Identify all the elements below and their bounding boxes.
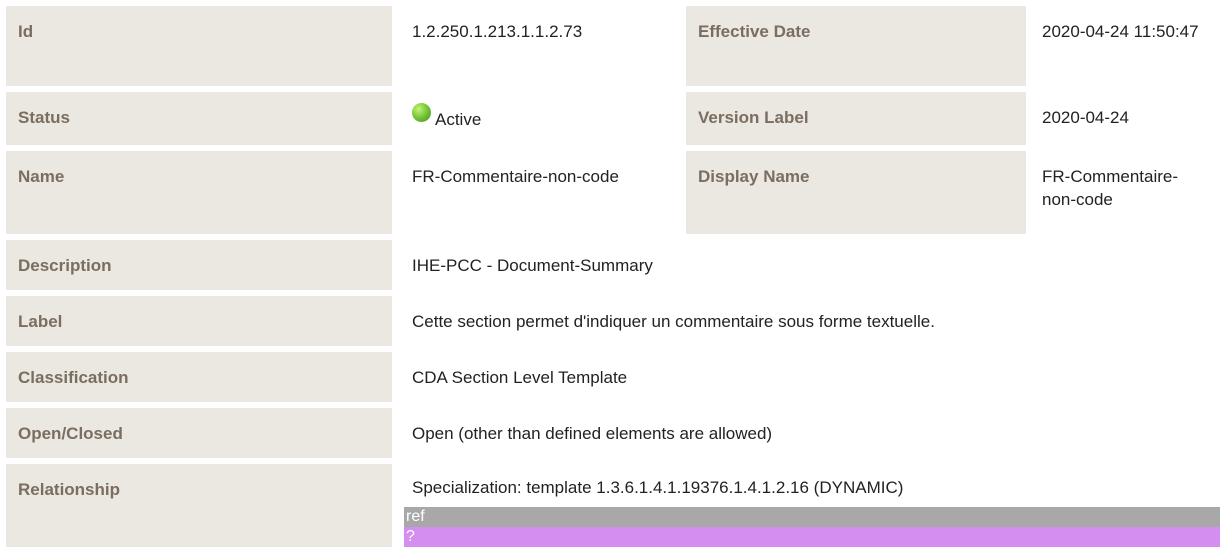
status-active-icon — [412, 103, 431, 122]
label-value: Cette section permet d'indiquer un comme… — [404, 296, 1221, 346]
row-name: Name FR-Commentaire-non-code Display Nam… — [6, 151, 1221, 234]
name-value: FR-Commentaire-non-code — [404, 151, 686, 234]
row-open-closed: Open/Closed Open (other than defined ele… — [6, 408, 1221, 458]
label-label: Label — [6, 296, 392, 346]
row-classification: Classification CDA Section Level Templat… — [6, 352, 1221, 402]
relationship-label: Relationship — [6, 464, 392, 547]
effective-date-label: Effective Date — [686, 6, 1026, 86]
status-label: Status — [6, 92, 392, 145]
classification-value: CDA Section Level Template — [404, 352, 1221, 402]
id-value: 1.2.250.1.213.1.1.2.73 — [404, 6, 686, 86]
display-name-value: FR-Commentaire-non-code — [1034, 151, 1221, 234]
ref-bar: ref — [404, 507, 1220, 527]
template-details-table: Id 1.2.250.1.213.1.1.2.73 Effective Date… — [0, 0, 1227, 553]
unknown-bar: ? — [404, 527, 1220, 547]
id-label: Id — [6, 6, 392, 86]
description-value: IHE-PCC - Document-Summary — [404, 240, 1221, 290]
row-id: Id 1.2.250.1.213.1.1.2.73 Effective Date… — [6, 6, 1221, 86]
row-description: Description IHE-PCC - Document-Summary — [6, 240, 1221, 290]
open-closed-label: Open/Closed — [6, 408, 392, 458]
open-closed-value: Open (other than defined elements are al… — [404, 408, 1221, 458]
display-name-label: Display Name — [686, 151, 1026, 234]
status-text: Active — [435, 110, 482, 129]
status-value: Active — [404, 92, 686, 145]
version-label-value: 2020-04-24 — [1034, 92, 1221, 145]
row-status: Status Active Version Label 2020-04-24 — [6, 92, 1221, 145]
description-label: Description — [6, 240, 392, 290]
name-label: Name — [6, 151, 392, 234]
row-relationship: Relationship Specialization: template 1.… — [6, 464, 1221, 547]
row-label: Label Cette section permet d'indiquer un… — [6, 296, 1221, 346]
version-label-label: Version Label — [686, 92, 1026, 145]
classification-label: Classification — [6, 352, 392, 402]
effective-date-value: 2020-04-24 11:50:47 — [1034, 6, 1221, 86]
